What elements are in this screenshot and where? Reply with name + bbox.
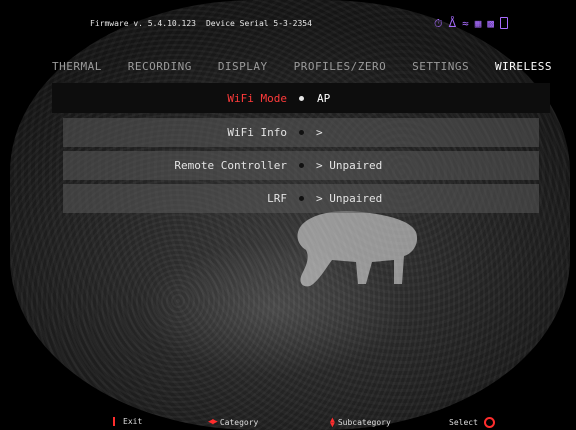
menu-item-value: > [316, 126, 323, 139]
device-serial: Device Serial 5-3-2354 [205, 18, 312, 28]
menu-item-label: Remote Controller [174, 159, 287, 172]
tab-recording[interactable]: RECORDING [128, 60, 192, 73]
status-icons: ⏱ ᐂ ≈ ▦ ▩ [434, 17, 508, 29]
status-bar: Firmware v. 5.4.10.123 Device Serial 5-3… [60, 12, 530, 34]
exit-button-icon [113, 417, 115, 426]
bullet-icon [299, 196, 304, 201]
menu-item-value: AP [317, 91, 331, 105]
select-button-icon [483, 417, 495, 428]
video-icon: ▩ [487, 16, 494, 30]
category-tabs: THERMAL RECORDING DISPLAY PROFILES/ZERO … [52, 57, 552, 75]
hint-exit: Exit [113, 417, 142, 426]
control-hints-bar: Exit ◀▶ Category ▲ ▼ Subcategory Select [0, 412, 576, 430]
tab-wireless[interactable]: WIRELESS [495, 60, 552, 73]
tab-display[interactable]: DISPLAY [218, 60, 268, 73]
menu-item-label: WiFi Info [227, 126, 287, 139]
tab-profiles-zero[interactable]: PROFILES/ZERO [294, 60, 387, 73]
hint-exit-label: Exit [123, 417, 143, 426]
battery-icon [500, 17, 508, 29]
menu-item-label: LRF [267, 192, 287, 205]
thermal-animal-silhouette [297, 210, 418, 287]
menu-item-wifi-info[interactable]: WiFi Info > [63, 118, 539, 147]
sd-card-icon: ▦ [474, 16, 482, 30]
hint-category: ◀▶ Category [208, 417, 258, 427]
timer-icon: ⏱ [434, 16, 443, 30]
menu-item-label: WiFi Mode [227, 91, 287, 105]
hint-category-label: Category [219, 417, 259, 427]
firmware-version: Firmware v. 5.4.10.123 [90, 18, 196, 28]
wifi-icon: ≈ [462, 16, 469, 30]
bluetooth-icon: ᐂ [448, 16, 457, 30]
tab-thermal[interactable]: THERMAL [52, 60, 102, 73]
menu-item-value: > Unpaired [316, 192, 383, 205]
menu-item-value: > Unpaired [316, 159, 383, 172]
menu-item-lrf[interactable]: LRF > Unpaired [63, 184, 539, 213]
hint-select: Select [449, 417, 495, 428]
menu-item-remote-controller[interactable]: Remote Controller > Unpaired [63, 151, 539, 180]
bullet-icon [299, 130, 304, 135]
up-down-arrows-icon: ▲ ▼ [330, 415, 335, 429]
left-right-arrows-icon: ◀▶ [208, 417, 218, 427]
hint-subcategory: ▲ ▼ Subcategory [330, 415, 391, 429]
hint-subcategory-label: Subcategory [337, 417, 391, 427]
menu-item-wifi-mode[interactable]: WiFi Mode AP [52, 83, 550, 113]
hint-select-label: Select [449, 418, 478, 427]
bullet-icon [299, 95, 304, 101]
bullet-icon [299, 163, 304, 168]
tab-settings[interactable]: SETTINGS [412, 60, 469, 73]
